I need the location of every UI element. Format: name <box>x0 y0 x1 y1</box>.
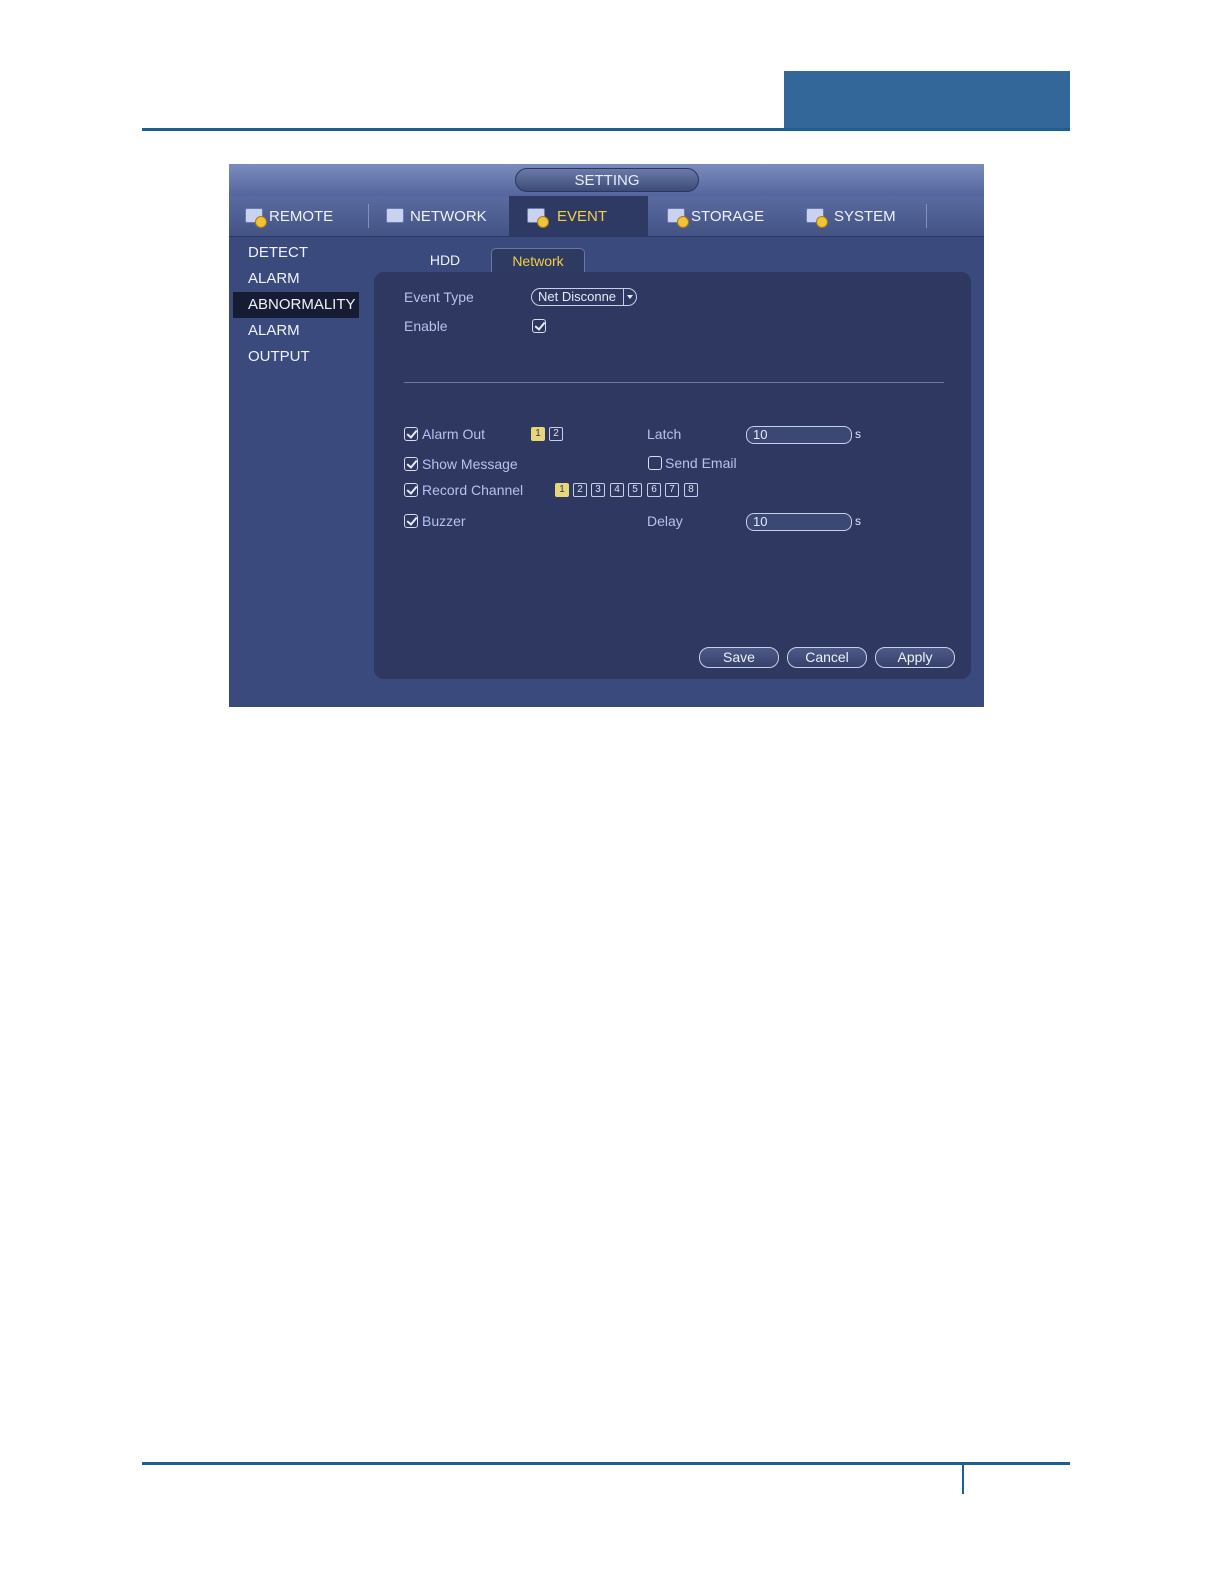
alarm-out-channels: 1 2 <box>531 427 571 441</box>
sidebar-item-alarm-output[interactable]: ALARM OUTPUT <box>233 318 359 365</box>
record-channel-8[interactable]: 8 <box>684 483 698 497</box>
tab-remote[interactable]: REMOTE <box>243 196 368 236</box>
sidebar-item-detect[interactable]: DETECT <box>233 240 359 266</box>
section-divider <box>404 382 944 383</box>
buzzer-checkbox[interactable] <box>404 514 418 528</box>
checkmark-icon <box>406 457 418 469</box>
checkmark-icon <box>406 514 418 526</box>
alarm-out-channel-2[interactable]: 2 <box>549 427 563 441</box>
delay-input[interactable]: 10 <box>746 513 852 531</box>
remote-gear-icon <box>243 206 267 228</box>
alarm-out-channel-1[interactable]: 1 <box>531 427 545 441</box>
record-channel-label: Record Channel <box>422 482 524 498</box>
tab-event-label: EVENT <box>557 207 608 225</box>
alarm-out-checkbox[interactable] <box>404 427 418 441</box>
record-channel-2[interactable]: 2 <box>573 483 587 497</box>
setting-window: SETTING REMOTE NETWORK EVENT STORAGE SYS… <box>229 164 984 707</box>
sidebar-item-alarm[interactable]: ALARM <box>233 266 359 292</box>
checkmark-icon <box>406 483 418 495</box>
cancel-button[interactable]: Cancel <box>787 647 867 668</box>
tab-separator <box>368 204 369 228</box>
alarm-out-label: Alarm Out <box>422 426 486 442</box>
title-bar: SETTING <box>229 164 984 196</box>
latch-input[interactable]: 10 <box>746 426 852 444</box>
sidebar: DETECT ALARM ABNORMALITY ALARM OUTPUT <box>233 240 359 365</box>
event-icon <box>525 206 549 228</box>
chevron-down-icon[interactable] <box>623 289 636 305</box>
storage-icon <box>665 206 689 228</box>
tab-network-label: NETWORK <box>410 207 487 225</box>
save-button[interactable]: Save <box>699 647 779 668</box>
network-icon <box>384 206 406 226</box>
main-tab-bar: REMOTE NETWORK EVENT STORAGE SYSTEM <box>229 196 984 237</box>
record-channel-3[interactable]: 3 <box>591 483 605 497</box>
subtab-network[interactable]: Network <box>491 248 585 272</box>
header-rule <box>142 128 1070 131</box>
show-message-checkbox[interactable] <box>404 457 418 471</box>
record-channel-1[interactable]: 1 <box>555 483 569 497</box>
sidebar-item-abnormality[interactable]: ABNORMALITY <box>233 292 359 318</box>
enable-checkbox[interactable] <box>532 319 546 333</box>
record-channel-checkbox[interactable] <box>404 483 418 497</box>
delay-unit: s <box>855 514 861 528</box>
tab-system[interactable]: SYSTEM <box>804 196 924 236</box>
header-color-block <box>784 71 1070 131</box>
send-email-label: Send Email <box>665 455 737 471</box>
apply-button[interactable]: Apply <box>875 647 955 668</box>
send-email-checkbox[interactable] <box>648 456 662 470</box>
record-channel-4[interactable]: 4 <box>610 483 624 497</box>
tab-event[interactable]: EVENT <box>509 196 648 236</box>
checkmark-icon <box>406 427 418 439</box>
record-channel-7[interactable]: 7 <box>665 483 679 497</box>
record-channels: 1 2 3 4 5 6 7 8 <box>555 483 705 497</box>
subtab-hdd[interactable]: HDD <box>415 248 475 272</box>
footer-rule <box>142 1462 1070 1465</box>
window-title: SETTING <box>515 168 699 192</box>
latch-label: Latch <box>647 426 682 442</box>
tab-network[interactable]: NETWORK <box>384 196 509 236</box>
checkmark-icon <box>534 319 546 331</box>
record-channel-6[interactable]: 6 <box>647 483 661 497</box>
settings-panel: Event Type Net Disconne Enable Alarm Out… <box>374 272 971 679</box>
tab-storage[interactable]: STORAGE <box>665 196 785 236</box>
event-type-dropdown[interactable]: Net Disconne <box>531 288 637 306</box>
tab-system-label: SYSTEM <box>834 207 896 225</box>
tab-storage-label: STORAGE <box>691 207 765 225</box>
record-channel-5[interactable]: 5 <box>628 483 642 497</box>
footer-tick <box>962 1465 964 1494</box>
show-message-label: Show Message <box>422 456 518 472</box>
enable-label: Enable <box>404 318 448 334</box>
event-type-label: Event Type <box>404 289 474 305</box>
buzzer-label: Buzzer <box>422 513 466 529</box>
delay-label: Delay <box>647 513 683 529</box>
latch-unit: s <box>855 427 861 441</box>
event-type-value: Net Disconne <box>538 289 617 304</box>
tab-remote-label: REMOTE <box>269 207 334 225</box>
tab-separator <box>926 204 927 228</box>
system-icon <box>804 206 828 228</box>
